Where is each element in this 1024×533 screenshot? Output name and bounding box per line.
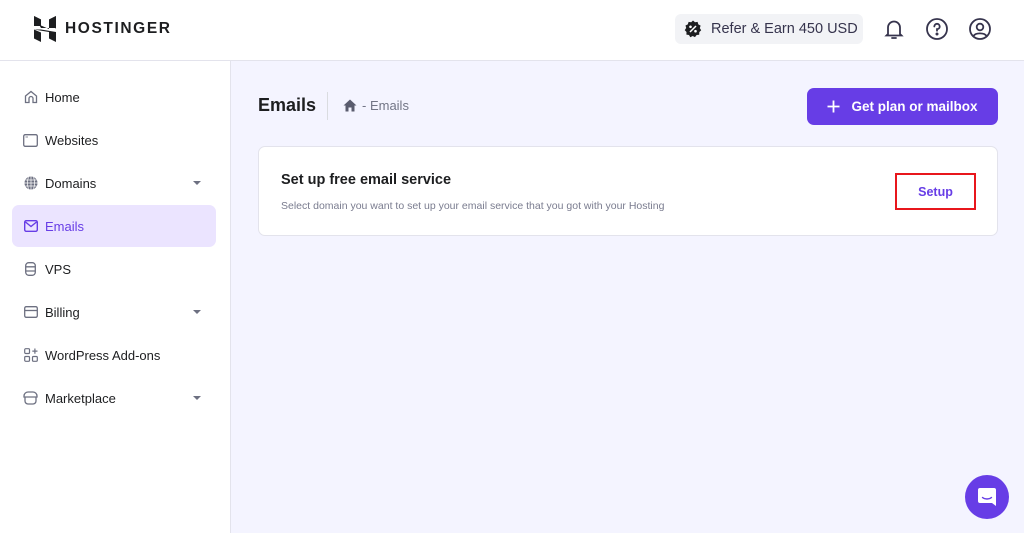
- sidebar-item-label: Websites: [45, 132, 99, 148]
- chevron-down-icon: [193, 310, 201, 314]
- brand-name: HOSTINGER: [65, 20, 172, 37]
- chevron-down-icon: [193, 181, 201, 185]
- sidebar-item-websites[interactable]: Websites: [12, 119, 216, 161]
- refer-earn-label: Refer & Earn 450 USD: [711, 21, 858, 37]
- sidebar-item-billing[interactable]: Billing: [12, 291, 216, 333]
- sidebar-item-label: Emails: [45, 218, 85, 234]
- sidebar: Home Websites Domains Emails VPS Billing: [0, 61, 231, 533]
- chevron-down-icon: [193, 396, 201, 400]
- sidebar-item-label: Marketplace: [45, 390, 116, 406]
- breadcrumb: - Emails: [343, 98, 409, 113]
- home-icon: [23, 90, 38, 105]
- hostinger-logo-icon: [34, 16, 56, 42]
- get-plan-or-mailbox-button[interactable]: Get plan or mailbox: [807, 88, 998, 125]
- hostinger-logo[interactable]: HOSTINGER: [34, 16, 172, 42]
- notifications-button[interactable]: [882, 17, 906, 41]
- sidebar-item-emails[interactable]: Emails: [12, 205, 216, 247]
- bell-icon: [884, 20, 904, 39]
- sidebar-item-label: WordPress Add-ons: [45, 347, 161, 363]
- live-chat-button[interactable]: [965, 475, 1009, 519]
- card-description: Select domain you want to set up your em…: [281, 200, 665, 212]
- home-icon: [343, 99, 357, 112]
- sidebar-item-label: Home: [45, 89, 80, 105]
- account-button[interactable]: [968, 17, 992, 41]
- sidebar-item-home[interactable]: Home: [12, 76, 216, 118]
- credit-card-icon: [23, 305, 38, 320]
- breadcrumb-current: - Emails: [362, 98, 409, 113]
- title-divider: [327, 92, 328, 120]
- sidebar-item-label: Domains: [45, 175, 97, 191]
- browser-window-icon: [23, 133, 38, 148]
- help-button[interactable]: [925, 17, 949, 41]
- help-icon: [926, 18, 948, 40]
- envelope-icon: [23, 219, 38, 234]
- chat-bubble-icon: [978, 488, 996, 506]
- get-plan-or-mailbox-label: Get plan or mailbox: [851, 99, 978, 114]
- setup-label: Setup: [918, 184, 953, 199]
- globe-icon: [23, 176, 38, 191]
- page-title: Emails: [258, 95, 317, 115]
- account-icon: [969, 18, 991, 40]
- card-title: Set up free email service: [281, 172, 452, 188]
- sidebar-item-domains[interactable]: Domains: [12, 162, 216, 204]
- add-ons-grid-icon: [23, 348, 38, 363]
- sidebar-item-label: Billing: [45, 304, 80, 320]
- setup-button[interactable]: Setup: [895, 173, 976, 210]
- top-header: HOSTINGER Refer & Earn 450 USD: [0, 0, 1024, 61]
- discount-badge-icon: [684, 20, 702, 38]
- free-email-setup-card: Set up free email service Select domain …: [258, 146, 998, 236]
- refer-earn-button[interactable]: Refer & Earn 450 USD: [675, 14, 863, 44]
- sidebar-item-vps[interactable]: VPS: [12, 248, 216, 290]
- plus-icon: [827, 100, 840, 113]
- sidebar-item-label: VPS: [45, 261, 72, 277]
- database-icon: [23, 262, 38, 277]
- sidebar-item-wordpress-add-ons[interactable]: WordPress Add-ons: [12, 334, 216, 376]
- sidebar-item-marketplace[interactable]: Marketplace: [12, 377, 216, 419]
- store-icon: [23, 391, 38, 406]
- breadcrumb-home-link[interactable]: [343, 99, 357, 112]
